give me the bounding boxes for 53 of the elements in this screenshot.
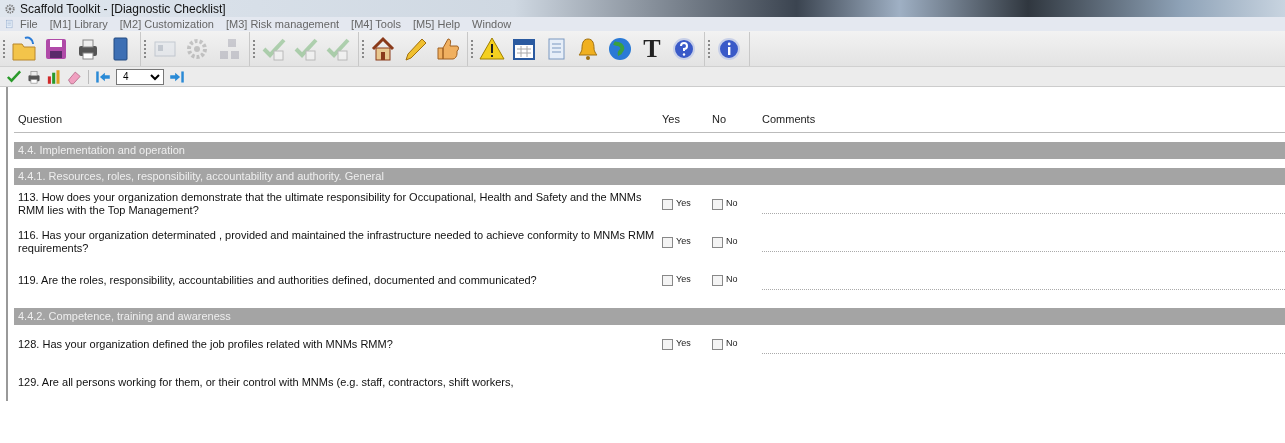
help-icon[interactable] [671,35,697,62]
menu-item[interactable]: Window [466,15,518,33]
checkbox[interactable] [712,198,723,210]
checkbox[interactable] [712,236,723,248]
question-text: 128. Has your organization defined the job profiles related with MNMs RMM? [17,337,394,351]
question-text: 129. Are all persons working for them, or their control with MNMs (e.g. staff, contractors, shift workers, [17,375,515,389]
checkbox-label: Yes [676,337,691,351]
section-header: 4.4. Implementation and operation [14,142,1285,159]
app-icon [4,2,16,15]
checkbox-label: No [726,273,738,287]
checkbox[interactable] [662,198,673,210]
house-icon[interactable] [370,35,396,62]
checkbox-label: No [726,197,738,211]
checkbox[interactable] [662,236,673,248]
printer-icon[interactable] [26,68,42,85]
question-text: 116. Has your organization determinated , provided and maintained the infrastructure needed to achieve conformity to MNMs RMM requirements? [17,229,656,255]
bar-chart-icon[interactable] [46,68,62,85]
column-header: Yes [662,112,681,128]
section-header: 4.4.2. Competence, training and awareness [14,308,1285,325]
last-page-icon[interactable] [169,68,185,85]
text-format-button[interactable]: T [639,35,665,62]
bell-icon[interactable] [575,35,601,62]
checkbox[interactable] [662,274,673,286]
thumbs-up-icon[interactable] [434,35,460,62]
menu-item[interactable]: File [14,15,44,33]
question-text: 119. Are the roles, responsibility, accountabilities and authorities defined, documented and communicated? [17,273,538,287]
menu-item[interactable]: [M1] Library [43,15,114,33]
first-page-icon[interactable] [95,68,111,85]
menu-item[interactable]: [M4] Tools [345,15,407,33]
info-icon[interactable] [716,35,742,62]
checkbox[interactable] [712,338,723,350]
warning-icon[interactable] [479,35,505,62]
menu-item[interactable]: [M3] Risk management [219,15,346,33]
globe-icon[interactable] [607,35,633,62]
eraser-icon[interactable] [66,68,82,85]
page-select[interactable]: 4 [116,68,164,85]
window-title: Scaffold Toolkit - [Diagnostic Checklist] [20,0,226,18]
menu-item[interactable]: [M2] Customization [113,15,220,33]
checkbox-label: Yes [676,197,691,211]
column-header: Comments [761,112,817,128]
section-header: 4.4.1. Resources, roles, responsibility, accountability and authority. General [14,168,1285,185]
checkbox-label: Yes [676,273,691,287]
checkbox[interactable] [712,274,723,286]
column-header: Question [17,112,64,128]
checkmark-icon[interactable] [6,68,22,85]
checkbox-label: Yes [676,235,691,249]
checkbox-label: No [726,235,738,249]
menu-item[interactable]: [M5] Help [407,15,467,33]
column-header: No [712,112,728,128]
checkbox[interactable] [662,338,673,350]
folder-icon[interactable] [11,35,37,62]
checkbox-label: No [726,337,738,351]
question-text: 113. How does your organization demonstrate that the ultimate responsibility for Occupational, Health and Safety and the MNMs RMM lies with the Top Management? [17,191,643,217]
